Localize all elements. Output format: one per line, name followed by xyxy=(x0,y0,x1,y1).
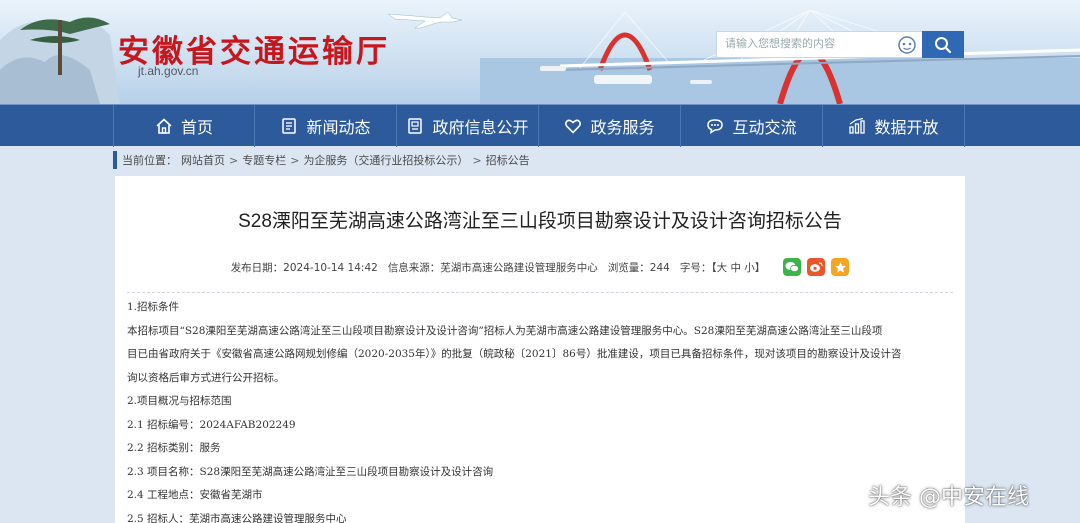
nav-item-interaction[interactable]: 互动交流 xyxy=(681,105,823,147)
article-title: S28溧阳至芜湖高速公路湾沚至三山段项目勘察设计及设计咨询招标公告 xyxy=(238,211,842,232)
article-paragraph: 2.4 工程地点：安徽省芜湖市 xyxy=(127,489,263,501)
publish-date: 发布日期：2024-10-14 14:42 xyxy=(230,261,378,274)
article-paragraph: 询以资格后审方式进行公开招标。 xyxy=(127,371,285,384)
weibo-share-icon[interactable] xyxy=(807,258,826,276)
font-size-switcher[interactable]: 字号：【大 中 小】 xyxy=(680,260,765,275)
article-body: 1.招标条件 本招标项目“S28溧阳至芜湖高速公路湾沚至三山段项目勘察设计及设计… xyxy=(127,296,957,523)
breadcrumb: 当前位置： 网站首页 > 专题专栏 > 为企服务（交通行业招投标公示） > 招标… xyxy=(113,151,530,169)
wechat-share-icon[interactable] xyxy=(783,258,802,276)
watermark: 头条 @中安在线 xyxy=(868,485,1029,510)
chart-icon xyxy=(849,117,866,134)
site-domain: jt.ah.gov.cn xyxy=(138,64,199,78)
nav-item-label: 互动交流 xyxy=(732,118,797,137)
nav-item-label: 政府信息公开 xyxy=(432,118,529,137)
article-paragraph: 2.3 项目名称：S28溧阳至芜湖高速公路湾沚至三山段项目勘察设计及设计咨询 xyxy=(127,465,494,478)
nav-item-label: 数据开放 xyxy=(874,118,939,137)
view-count: 浏览量：244 xyxy=(607,261,670,274)
document-icon xyxy=(408,118,423,134)
nav-item-news[interactable]: 新闻动态 xyxy=(255,105,397,147)
breadcrumb-separator: > xyxy=(472,153,482,167)
info-source: 信息来源：芜湖市高速公路建设管理服务中心 xyxy=(387,261,598,274)
meta-divider xyxy=(127,292,953,293)
article-paragraph: 2.5 招标人：芜湖市高速公路建设管理服务中心 xyxy=(127,512,347,523)
article-paragraph: 目已由省政府关于《安徽省高速公路网规划修编（2020-2035年）》的批复（皖政… xyxy=(127,348,902,360)
nav-item-label: 政务服务 xyxy=(590,118,655,137)
nav-item-home[interactable]: 首页 xyxy=(113,105,255,147)
breadcrumb-link-enterprise[interactable]: 为企服务（交通行业招投标公示） xyxy=(303,152,468,168)
article-paragraph: 本招标项目“S28溧阳至芜湖高速公路湾沚至三山段项目勘察设计及设计咨询”招标人为… xyxy=(127,324,883,337)
header-banner: 安徽省交通运输厅 jt.ah.gov.cn 请输入您想搜索的内容 xyxy=(0,0,1080,104)
favorite-star-icon[interactable] xyxy=(831,258,850,276)
breadcrumb-link-bidding[interactable]: 招标公告 xyxy=(486,152,530,168)
news-icon xyxy=(282,118,297,134)
article-paragraph: 2.2 招标类别：服务 xyxy=(127,442,221,454)
search-input[interactable]: 请输入您想搜索的内容 xyxy=(716,31,922,58)
nav-item-label: 新闻动态 xyxy=(306,118,371,137)
home-icon xyxy=(156,118,172,134)
article-meta: 发布日期：2024-10-14 14:42 信息来源：芜湖市高速公路建设管理服务… xyxy=(115,258,965,276)
main-nav: 首页 新闻动态 政府信息公开 政务服务 互动交流 数据开放 xyxy=(0,104,1080,147)
search-icon xyxy=(935,36,952,53)
share-buttons xyxy=(783,258,850,276)
search-button[interactable] xyxy=(922,31,964,58)
chat-icon xyxy=(707,119,724,135)
breadcrumb-prefix: 当前位置： xyxy=(122,154,177,167)
nav-item-gov-info[interactable]: 政府信息公开 xyxy=(397,105,539,147)
breadcrumb-separator: > xyxy=(229,153,239,167)
article-paragraph: 2.1 招标编号：2024AFAB202249 xyxy=(127,418,296,431)
voice-assistant-icon[interactable] xyxy=(897,35,917,55)
breadcrumb-link-special[interactable]: 专题专栏 xyxy=(242,152,286,168)
article-panel: S28溧阳至芜湖高速公路湾沚至三山段项目勘察设计及设计咨询招标公告 发布日期：2… xyxy=(115,176,965,523)
breadcrumb-link-home[interactable]: 网站首页 xyxy=(181,152,225,168)
nav-item-open-data[interactable]: 数据开放 xyxy=(823,105,965,147)
breadcrumb-separator: > xyxy=(290,153,300,167)
nav-item-services[interactable]: 政务服务 xyxy=(539,105,681,147)
heart-icon xyxy=(565,119,582,134)
article-paragraph: 1.招标条件 xyxy=(127,301,180,313)
nav-item-label: 首页 xyxy=(180,118,213,137)
article-paragraph: 2.项目概况与招标范围 xyxy=(127,395,232,407)
